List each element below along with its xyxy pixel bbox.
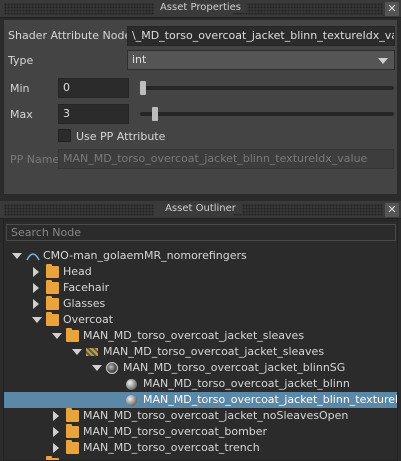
tree-row[interactable]: MAN_MD_torso_overcoat_jacket_blinn_textu… [4,392,397,408]
folder-icon [66,440,79,454]
asset-outliner-panel: Search Node CMO-man_golaemMR_nomorefinge… [3,220,398,461]
tree-row[interactable] [4,456,397,460]
expand-right-icon[interactable] [53,427,59,437]
close-icon[interactable]: ✕ [385,203,399,217]
expand-right-icon[interactable] [33,283,39,293]
asset-properties-titlebar[interactable]: Asset Properties ✕ [0,0,401,18]
use-pp-label: Use PP Attribute [76,130,166,143]
expand-down-icon[interactable] [12,253,22,259]
tree-row-label: MAN_MD_torso_overcoat_jacket_sleaves [83,329,305,342]
asset-outliner-titlebar[interactable]: Asset Outliner ✕ [0,201,401,219]
expand-right-icon[interactable] [33,299,39,309]
shader-attribute-node-label: Shader Attribute Node [8,29,132,42]
shading-group-icon [106,362,118,374]
crowd-icon [26,250,40,262]
tree-row[interactable]: Head [4,264,397,280]
tree-row-label: Head [63,265,92,278]
chevron-down-icon [378,58,388,64]
type-label: Type [8,54,34,67]
tree-row-label: MAN_MD_torso_overcoat_jacket_sleaves [103,345,325,358]
folder-icon [46,312,59,326]
pp-name-label: PP Name [10,153,60,166]
folder-icon [46,280,59,294]
tree-row-label: MAN_MD_torso_overcoat_bomber [83,425,268,438]
tree-row-label: Glasses [63,297,106,310]
folder-icon [66,328,79,342]
folder-icon [66,408,79,422]
tree-row-label: Overcoat [63,313,114,326]
min-slider-handle[interactable] [140,81,146,95]
tree-row-label: CMO-man_golaemMR_nomorefingers [43,249,247,262]
tree-row-label: MAN_MD_torso_overcoat_jacket_blinn_textu… [143,393,398,406]
tree-row-label: Facehair [63,281,110,294]
expand-right-icon[interactable] [53,411,59,421]
shader-attribute-node-field[interactable]: \_MD_torso_overcoat_jacket_blinn_texture… [127,26,395,46]
material-ball-icon [126,395,137,406]
expand-down-icon[interactable] [92,365,102,371]
material-ball-icon [126,379,137,390]
max-field[interactable]: 3 [58,104,129,124]
pp-name-field[interactable]: MAN_MD_torso_overcoat_jacket_blinn_textu… [58,149,394,169]
tree-row-label: MAN_MD_torso_overcoat_jacket_blinnSG [123,361,346,374]
tree-row[interactable]: MAN_MD_torso_overcoat_trench [4,440,397,456]
tree-row[interactable]: Facehair [4,280,397,296]
type-select[interactable]: int [127,50,395,70]
tree-row[interactable]: CMO-man_golaemMR_nomorefingers [4,248,397,264]
mesh-icon [86,348,98,356]
min-label: Min [10,82,30,95]
max-slider-track[interactable] [140,112,394,116]
expand-right-icon[interactable] [33,267,39,277]
tree-row[interactable]: MAN_MD_torso_overcoat_jacket_sleaves [4,344,397,360]
tree-row[interactable]: Glasses [4,296,397,312]
expand-down-icon[interactable] [52,333,62,339]
asset-properties-title: Asset Properties [153,2,248,13]
tree-row-label: MAN_MD_torso_overcoat_jacket_noSleavesOp… [83,409,349,422]
expand-down-icon[interactable] [32,317,42,323]
max-label: Max [10,108,33,121]
max-slider-handle[interactable] [151,107,158,121]
tree-row-label: MAN_MD_torso_overcoat_trench [83,441,260,454]
type-select-value: int [132,53,147,66]
min-field[interactable]: 0 [58,78,129,98]
search-input[interactable]: Search Node [6,224,396,241]
tree-row-label: MAN_MD_torso_overcoat_jacket_blinn [143,377,350,390]
expand-down-icon[interactable] [72,349,82,355]
expand-right-icon[interactable] [53,443,59,453]
tree-row[interactable]: Overcoat [4,312,397,328]
tree-row[interactable]: MAN_MD_torso_overcoat_jacket_sleaves [4,328,397,344]
folder-icon [46,296,59,310]
close-icon[interactable]: ✕ [385,2,399,16]
folder-icon [66,424,79,438]
folder-icon [46,264,59,278]
tree-row[interactable]: MAN_MD_torso_overcoat_jacket_noSleavesOp… [4,408,397,424]
asset-properties-panel: Shader Attribute Node \_MD_torso_overcoa… [3,19,398,195]
asset-outliner-title: Asset Outliner [159,203,242,214]
min-slider-track[interactable] [140,86,394,90]
tree-row[interactable]: MAN_MD_torso_overcoat_jacket_blinn [4,376,397,392]
use-pp-checkbox[interactable] [58,129,71,142]
tree-row[interactable]: MAN_MD_torso_overcoat_jacket_blinnSG [4,360,397,376]
tree-row[interactable]: MAN_MD_torso_overcoat_bomber [4,424,397,440]
